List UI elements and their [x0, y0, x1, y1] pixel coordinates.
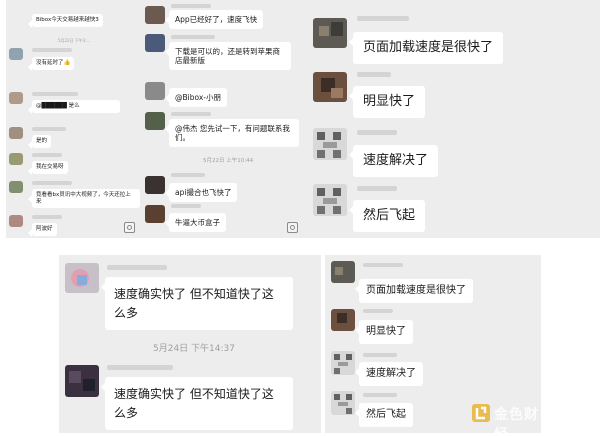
message-bubble: 没有延时了👍	[27, 57, 75, 71]
message-bubble: 牛逼大币盒子	[165, 213, 226, 232]
message-bubble: 速度解决了	[348, 145, 439, 177]
message-bubble: 页面加载速度是很快了	[355, 279, 473, 303]
message-bubble: @██████ 是么	[28, 100, 120, 114]
message-bubble: @伟杰 您先试一下，有问题联系我们。	[165, 119, 299, 147]
sender-name	[171, 112, 211, 116]
timestamp: 5月22日 上午10:44	[203, 158, 254, 164]
avatar	[331, 391, 355, 415]
message-bubble: @Bibox-小朋	[165, 88, 227, 107]
message-bubble: 速度确实快了 但不知道快了这么多	[101, 277, 293, 331]
message-bubble: 阿波好	[28, 223, 57, 237]
timestamp: 5月22日 下午3:...	[58, 38, 91, 43]
avatar	[9, 48, 23, 60]
avatar	[65, 365, 99, 397]
avatar	[313, 18, 347, 48]
message-bubble: App已经好了，速度飞快	[164, 10, 264, 29]
sender-name	[357, 72, 391, 77]
message-bubble: 然后飞起	[348, 200, 426, 232]
avatar	[313, 184, 347, 216]
avatar	[9, 153, 23, 165]
message-bubble: 下载是可以的，还是转到苹果商店最新版	[165, 42, 291, 70]
message-bubble: 是的	[27, 135, 52, 149]
sender-name	[363, 353, 397, 357]
message-bubble: 然后飞起	[355, 403, 413, 427]
sender-name	[357, 130, 397, 135]
chat-panel-c: 页面加载速度是很快了 明显快了 速度解决了 然后飞起	[305, 0, 600, 238]
sender-name	[107, 265, 167, 270]
message-bubble: Bibox今天交易越来越快3	[28, 14, 103, 28]
sender-name	[171, 4, 211, 8]
sender-name	[107, 365, 173, 370]
avatar	[313, 72, 347, 102]
sender-name	[363, 309, 393, 313]
avatar	[145, 6, 165, 24]
sender-name	[357, 186, 397, 191]
message-bubble: 明显快了	[355, 320, 413, 344]
avatar	[9, 127, 23, 139]
avatar	[331, 351, 355, 375]
sender-name	[32, 48, 72, 52]
message-bubble: 明显快了	[348, 86, 426, 118]
sender-name	[171, 204, 201, 208]
sender-name	[363, 263, 403, 267]
message-bubble: 竟看看bx员讯中大视频了，今天还拉上来	[28, 189, 140, 209]
avatar	[145, 34, 165, 52]
chat-panel-e: 页面加载速度是很快了 明显快了 速度解决了 然后飞起 金色财经	[325, 255, 541, 433]
message-bubble: api撮合也飞快了	[164, 183, 238, 202]
chat-panel-d: 速度确实快了 但不知道快了这么多 5月24日 下午14:37 速度确实快了 但不…	[59, 255, 321, 433]
sender-name	[32, 215, 62, 219]
screenshot-icon	[287, 222, 298, 233]
message-bubble: 速度确实快了 但不知道快了这么多	[101, 377, 293, 431]
avatar	[145, 205, 165, 223]
watermark-logo-icon	[472, 404, 490, 422]
message-bubble: 我在交易呀	[28, 161, 68, 175]
sender-name	[32, 181, 72, 185]
timestamp: 5月24日 下午14:37	[153, 344, 235, 354]
sender-name	[32, 153, 62, 157]
avatar	[9, 181, 23, 193]
avatar	[331, 309, 355, 331]
avatar	[313, 128, 347, 160]
watermark: 金色财经	[471, 401, 541, 433]
avatar	[9, 92, 23, 104]
sender-name	[363, 393, 397, 397]
avatar	[145, 112, 165, 130]
message-bubble: 页面加载速度是很快了	[348, 32, 504, 64]
avatar	[65, 263, 99, 293]
chat-panel-b: App已经好了，速度飞快 下载是可以的，还是转到苹果商店最新版 @Bibox-小…	[143, 0, 305, 238]
avatar	[145, 176, 165, 194]
sender-name	[171, 173, 205, 177]
avatar	[145, 82, 165, 100]
avatar	[331, 261, 355, 283]
sender-name	[357, 16, 409, 21]
watermark-text: 金色财经	[494, 407, 539, 433]
message-bubble: 速度解决了	[355, 362, 423, 386]
screenshot-icon	[124, 222, 135, 233]
avatar	[9, 215, 23, 227]
sender-name	[32, 92, 78, 96]
sender-name	[171, 35, 215, 39]
sender-name	[32, 127, 66, 131]
chat-panel-a: Bibox今天交易越来越快3 5月22日 下午3:... 没有延时了👍 @███…	[6, 0, 143, 238]
